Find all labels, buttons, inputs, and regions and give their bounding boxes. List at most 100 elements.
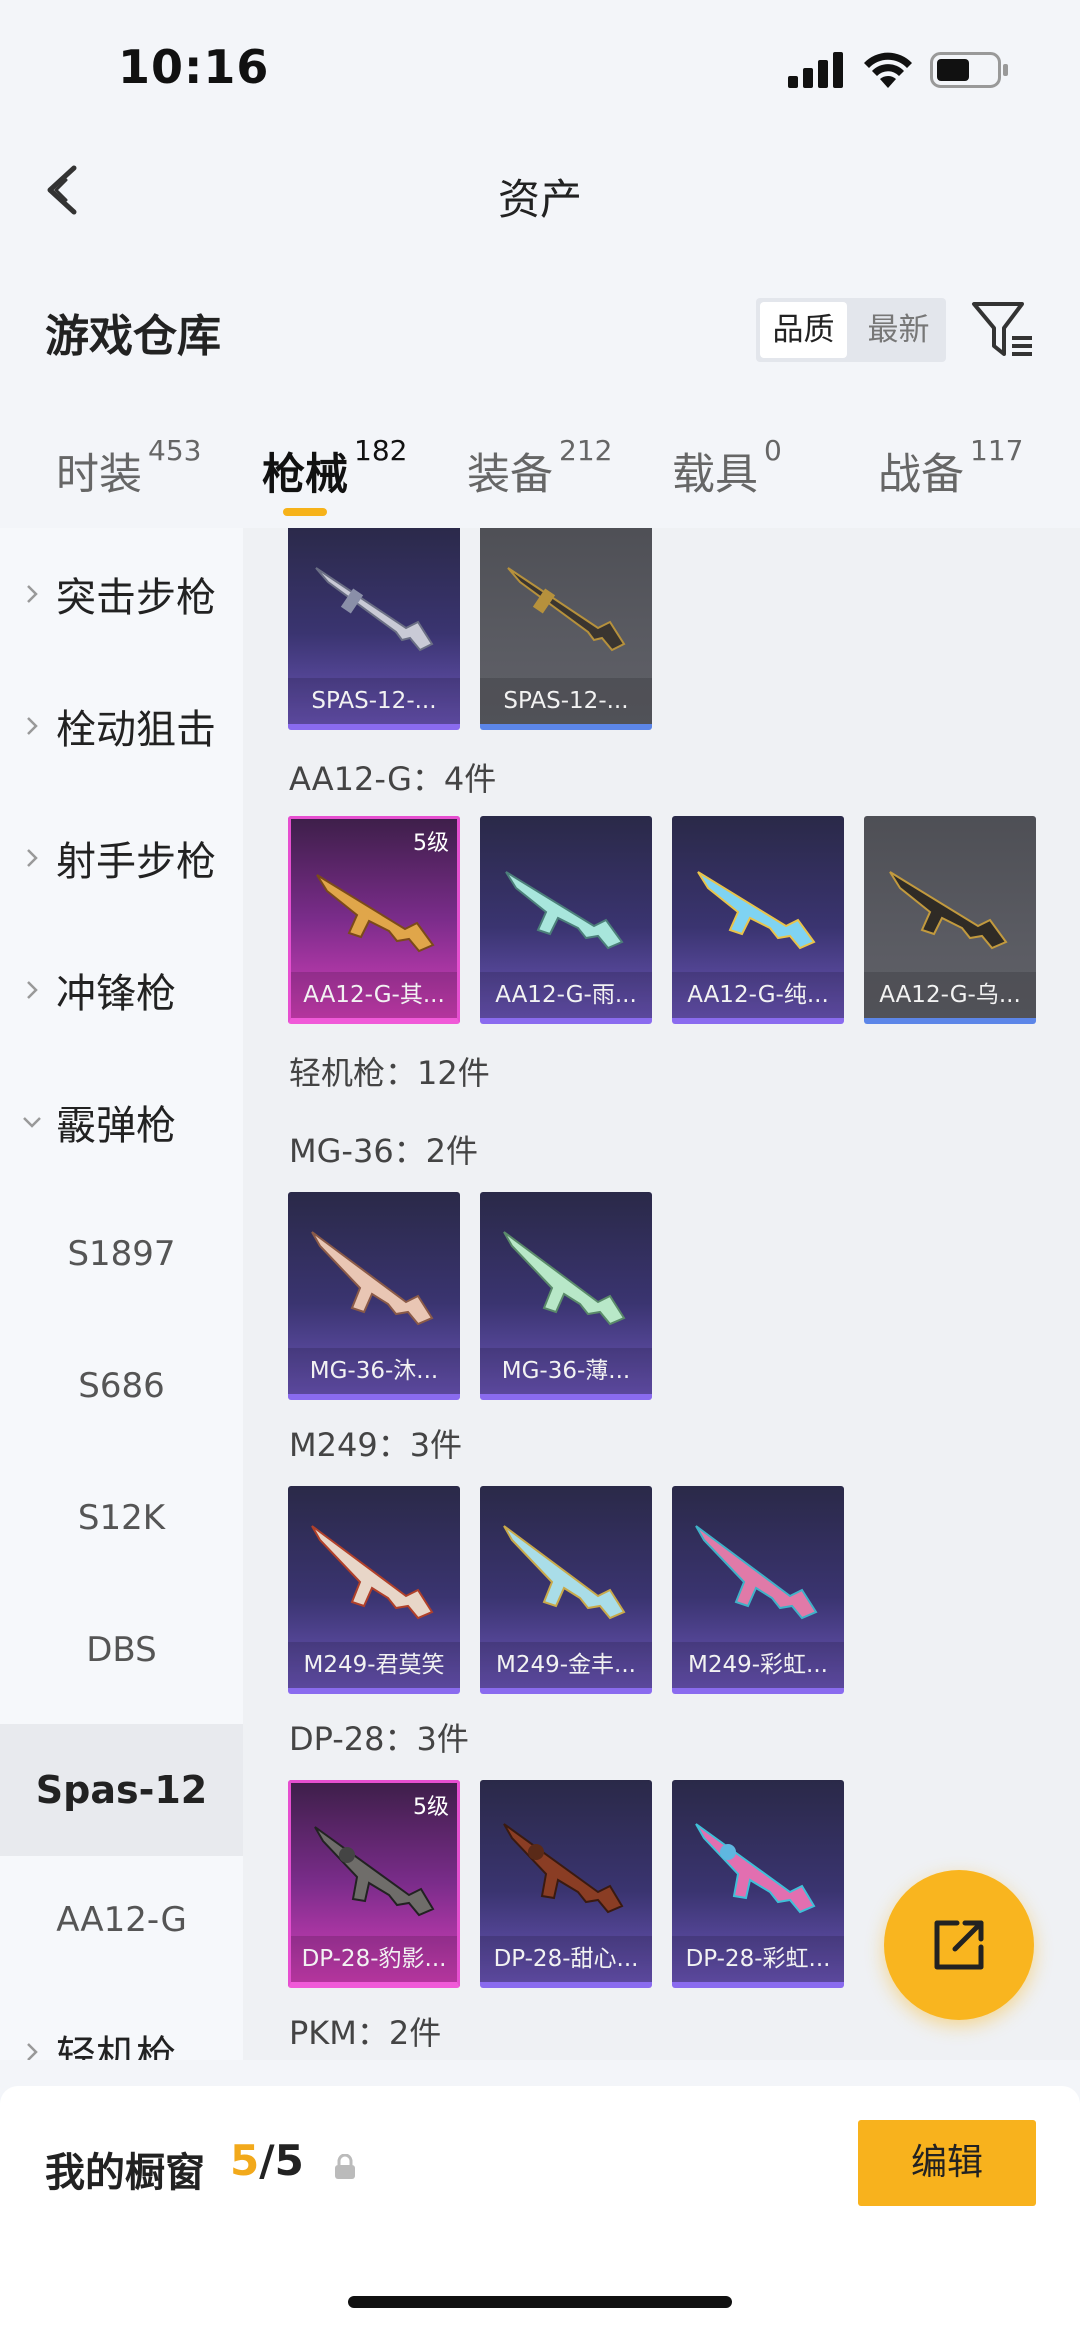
chevron-right-icon bbox=[27, 717, 38, 735]
machine-gun-icon bbox=[695, 1823, 816, 1914]
active-tab-indicator bbox=[283, 508, 327, 516]
page-title: 资产 bbox=[497, 175, 582, 224]
item-card[interactable]: 5级 DP-28-豹影... bbox=[288, 1780, 460, 1988]
tab-label: 载具 bbox=[672, 450, 758, 500]
sidebar-item-label: 射手步枪 bbox=[56, 839, 216, 885]
rifle-icon bbox=[889, 871, 1008, 950]
status-time: 10:16 bbox=[118, 40, 270, 94]
tab-label: 时装 bbox=[56, 450, 142, 500]
sort-quality-option[interactable]: 品质 bbox=[760, 302, 847, 358]
category-tabs: 时装 453 枪械 182 装备 212 载具 0 战备 117 bbox=[0, 430, 1080, 528]
sidebar-item-smg[interactable]: 冲锋枪 bbox=[0, 924, 243, 1056]
tab-supplies[interactable]: 战备 117 bbox=[878, 434, 1023, 502]
sidebar-item-assault-rifle[interactable]: 突击步枪 bbox=[0, 528, 243, 660]
item-card[interactable]: AA12-G-雨... bbox=[480, 816, 652, 1024]
tab-label: 枪械 bbox=[262, 450, 348, 500]
item-card[interactable]: 5级 AA12-G-其... bbox=[288, 816, 460, 1024]
machine-gun-icon bbox=[311, 1525, 434, 1620]
item-card[interactable]: M249-君莫笑 bbox=[288, 1486, 460, 1694]
item-name: AA12-G-乌... bbox=[864, 972, 1036, 1018]
item-card[interactable]: MG-36-沐... bbox=[288, 1192, 460, 1400]
sidebar-item-label: 冲锋枪 bbox=[56, 971, 176, 1017]
item-name: SPAS-12-... bbox=[480, 678, 652, 724]
machine-gun-icon bbox=[314, 1826, 435, 1917]
group-header-dp-28: DP-28：3件 bbox=[289, 1720, 469, 1758]
item-card[interactable]: SPAS-12-... bbox=[480, 528, 652, 730]
lock-icon bbox=[335, 2154, 355, 2179]
item-name: AA12-G-纯... bbox=[672, 972, 844, 1018]
showcase-total: /5 bbox=[259, 2136, 304, 2185]
item-name: AA12-G-雨... bbox=[480, 972, 652, 1018]
machine-gun-icon bbox=[695, 1525, 818, 1620]
shotgun-icon bbox=[507, 567, 626, 652]
sort-latest-option[interactable]: 最新 bbox=[851, 298, 946, 362]
tab-equipment[interactable]: 装备 212 bbox=[467, 434, 612, 502]
chevron-down-icon bbox=[23, 1117, 41, 1128]
tab-count: 0 bbox=[764, 434, 782, 467]
warehouse-title: 游戏仓库 bbox=[45, 311, 221, 362]
item-name: DP-28-豹影... bbox=[291, 1936, 457, 1982]
sidebar-item-lmg[interactable]: 轻机枪 bbox=[0, 1986, 243, 2060]
wifi-icon bbox=[864, 52, 912, 88]
group-header-pkm: PKM：2件 bbox=[289, 2014, 442, 2052]
item-card[interactable]: AA12-G-纯... bbox=[672, 816, 844, 1024]
tab-count: 117 bbox=[970, 434, 1024, 467]
sidebar-subitem-spas-12[interactable]: Spas-12 bbox=[0, 1724, 243, 1856]
sidebar-subitem-dbs[interactable]: DBS bbox=[0, 1584, 243, 1716]
chevron-right-icon bbox=[27, 849, 38, 867]
item-card[interactable]: SPAS-12-... bbox=[288, 528, 460, 730]
sidebar-subitem-s686[interactable]: S686 bbox=[0, 1320, 243, 1452]
sidebar-item-bolt-sniper[interactable]: 栓动狙击 bbox=[0, 660, 243, 792]
sort-toggle: 品质 最新 bbox=[756, 298, 946, 362]
machine-gun-icon bbox=[503, 1231, 626, 1326]
machine-gun-icon bbox=[503, 1823, 624, 1914]
showcase-count: 5/5 bbox=[230, 2136, 304, 2185]
sidebar-item-label: 突击步枪 bbox=[56, 575, 216, 621]
tab-costume[interactable]: 时装 453 bbox=[56, 434, 201, 502]
machine-gun-icon bbox=[311, 1231, 434, 1326]
item-card[interactable]: DP-28-彩虹... bbox=[672, 1780, 844, 1988]
item-level-badge: 5级 bbox=[413, 1795, 449, 1820]
showcase-title: 我的橱窗 bbox=[45, 2150, 205, 2196]
group-header-lmg: 轻机枪：12件 bbox=[289, 1054, 490, 1092]
shotgun-icon bbox=[315, 567, 434, 652]
group-header-m249: M249：3件 bbox=[289, 1426, 463, 1464]
rifle-icon bbox=[505, 871, 624, 950]
item-name: DP-28-彩虹... bbox=[672, 1936, 844, 1982]
item-card[interactable]: DP-28-甜心... bbox=[480, 1780, 652, 1988]
home-indicator bbox=[348, 2296, 732, 2308]
item-name: AA12-G-其... bbox=[291, 972, 457, 1018]
chevron-right-icon bbox=[27, 2043, 38, 2060]
sidebar-subitem-s12k[interactable]: S12K bbox=[0, 1452, 243, 1584]
tab-label: 装备 bbox=[467, 450, 553, 500]
cellular-signal-icon bbox=[788, 52, 843, 88]
edit-button[interactable]: 编辑 bbox=[858, 2120, 1036, 2206]
sidebar-item-marksman-rifle[interactable]: 射手步枪 bbox=[0, 792, 243, 924]
item-card[interactable]: M249-彩虹... bbox=[672, 1486, 844, 1694]
item-card[interactable]: AA12-G-乌... bbox=[864, 816, 1036, 1024]
tab-firearms[interactable]: 枪械 182 bbox=[262, 434, 407, 502]
tab-label: 战备 bbox=[878, 450, 964, 500]
item-level-badge: 5级 bbox=[413, 831, 449, 856]
group-header-mg-36: MG-36：2件 bbox=[289, 1132, 479, 1170]
item-name: M249-金丰... bbox=[480, 1642, 652, 1688]
item-card[interactable]: M249-金丰... bbox=[480, 1486, 652, 1694]
item-name: M249-彩虹... bbox=[672, 1642, 844, 1688]
sidebar-subitem-aa12-g[interactable]: AA12-G bbox=[0, 1854, 243, 1986]
sidebar-item-label: 霰弹枪 bbox=[56, 1103, 176, 1149]
sidebar-subitem-s1897[interactable]: S1897 bbox=[0, 1188, 243, 1320]
sidebar-item-shotgun[interactable]: 霰弹枪 bbox=[0, 1056, 243, 1188]
rifle-icon bbox=[697, 871, 816, 950]
group-header-aa12-g: AA12-G：4件 bbox=[289, 760, 497, 798]
item-name: MG-36-沐... bbox=[288, 1348, 460, 1394]
item-name: M249-君莫笑 bbox=[288, 1642, 460, 1688]
item-name: MG-36-薄... bbox=[480, 1348, 652, 1394]
tab-vehicles[interactable]: 载具 0 bbox=[672, 434, 782, 502]
item-card[interactable]: MG-36-薄... bbox=[480, 1192, 652, 1400]
item-name: SPAS-12-... bbox=[288, 678, 460, 724]
filter-icon[interactable] bbox=[970, 298, 1036, 364]
battery-icon bbox=[930, 52, 1008, 88]
share-button[interactable] bbox=[884, 1870, 1034, 2020]
share-export-icon bbox=[934, 1920, 984, 1970]
chevron-right-icon bbox=[27, 585, 38, 603]
